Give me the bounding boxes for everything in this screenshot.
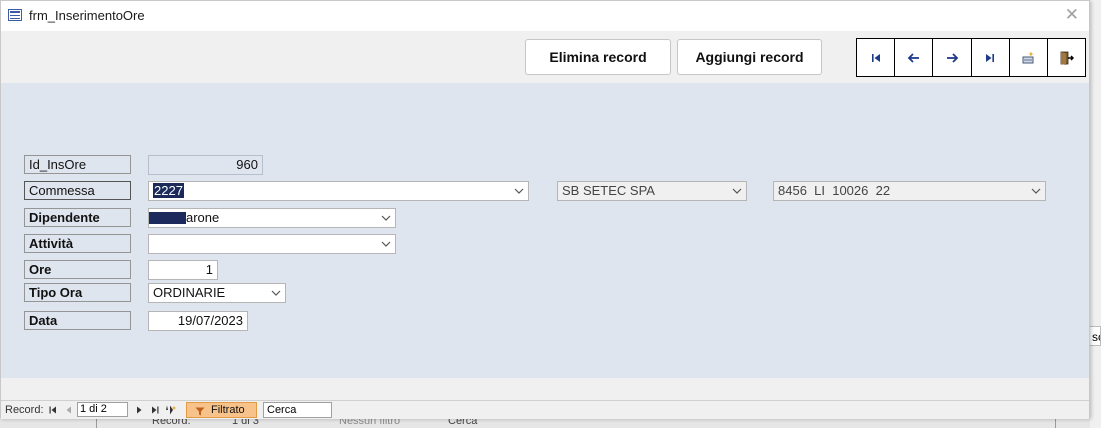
id-label: Id_InsOre <box>24 155 131 174</box>
last-record-button[interactable] <box>972 39 1010 76</box>
cliente-combo[interactable]: SB SETEC SPA <box>557 181 747 201</box>
previous-record-icon <box>907 52 919 63</box>
nav-new-button[interactable] <box>165 404 177 416</box>
filter-toggle[interactable]: Filtrato <box>186 402 257 418</box>
commessa-combo[interactable]: 2227 <box>148 181 529 201</box>
close-icon[interactable]: ✕ <box>1065 5 1079 25</box>
next-record-icon <box>946 52 959 63</box>
window-title: frm_InserimentoOre <box>29 8 145 23</box>
background-window <box>1090 0 1101 428</box>
nav-first-button[interactable] <box>47 404 59 416</box>
nav-next-button[interactable] <box>133 404 145 416</box>
commessa-value: 2227 <box>153 183 184 198</box>
exit-icon <box>1061 51 1075 65</box>
filter-label: Filtrato <box>211 404 245 416</box>
first-record-icon <box>871 53 880 62</box>
commessa-label: Commessa <box>24 181 131 200</box>
exit-button[interactable] <box>1048 39 1085 76</box>
attivita-combo[interactable] <box>148 234 396 254</box>
record-position-field[interactable]: 1 di 2 <box>77 402 128 417</box>
filter-icon <box>195 406 205 420</box>
background-record-position: 1 di 3 <box>232 418 259 427</box>
new-record-icon <box>166 405 177 415</box>
tipo-ora-label: Tipo Ora <box>24 283 131 302</box>
background-record-label: Record: <box>152 418 191 427</box>
chevron-down-icon[interactable] <box>511 183 527 199</box>
last-record-icon <box>986 53 995 62</box>
record-label: Record: <box>5 404 44 416</box>
previous-record-icon <box>66 406 71 414</box>
record-navigation-buttons <box>856 38 1086 77</box>
search-input[interactable] <box>263 402 332 418</box>
tipo-ora-value: ORDINARIE <box>153 285 226 300</box>
chevron-down-icon[interactable] <box>378 210 394 226</box>
chevron-down-icon[interactable] <box>378 236 394 252</box>
cliente-value: SB SETEC SPA <box>562 183 655 198</box>
data-field[interactable]: 19/07/2023 <box>148 311 248 331</box>
chevron-down-icon[interactable] <box>268 285 284 301</box>
record-nav-bar: Record: 1 di 2 Filtrato <box>1 400 1089 419</box>
id-field[interactable]: 960 <box>148 155 263 175</box>
ore-field[interactable]: 1 <box>148 260 218 280</box>
chevron-down-icon[interactable] <box>1028 183 1044 199</box>
data-label: Data <box>24 311 131 330</box>
dipendente-combo[interactable]: arone <box>148 208 396 228</box>
riferimento-value: 8456 LI 10026 22 <box>778 183 891 198</box>
next-record-button[interactable] <box>933 39 972 76</box>
background-search: Cerca <box>448 418 478 427</box>
nav-prev-button[interactable] <box>63 404 75 416</box>
background-record-nav: Record: 1 di 3 Nessun filtro Cerca <box>0 418 1090 428</box>
title-bar: frm_InserimentoOre ✕ <box>1 1 1089 31</box>
riferimento-combo[interactable]: 8456 LI 10026 22 <box>773 181 1046 201</box>
dipendente-value: arone <box>186 210 220 225</box>
previous-record-button[interactable] <box>895 39 934 76</box>
background-filter-label: Nessun filtro <box>339 418 401 427</box>
ore-label: Ore <box>24 260 131 279</box>
form-detail: Id_InsOre 960 Commessa 2227 SB SETEC SPA… <box>1 83 1089 378</box>
first-record-button[interactable] <box>857 39 896 76</box>
delete-record-button[interactable]: Elimina record <box>525 39 671 75</box>
next-record-icon <box>137 406 142 414</box>
new-record-icon <box>1022 51 1035 63</box>
last-record-icon <box>152 406 159 414</box>
form-dialog: frm_InserimentoOre ✕ Elimina record Aggi… <box>0 0 1090 419</box>
form-header: Elimina record Aggiungi record <box>1 31 1089 83</box>
form-icon <box>8 9 22 21</box>
nav-last-button[interactable] <box>149 404 161 416</box>
new-record-button[interactable] <box>1010 39 1048 76</box>
redacted-text <box>149 211 186 224</box>
first-record-icon <box>49 406 56 414</box>
add-record-button[interactable]: Aggiungi record <box>677 39 822 75</box>
dipendente-label: Dipendente <box>24 208 131 227</box>
form-footer <box>1 378 1089 400</box>
tipo-ora-combo[interactable]: ORDINARIE <box>148 283 286 303</box>
attivita-label: Attività <box>24 234 131 253</box>
chevron-down-icon[interactable] <box>729 183 745 199</box>
